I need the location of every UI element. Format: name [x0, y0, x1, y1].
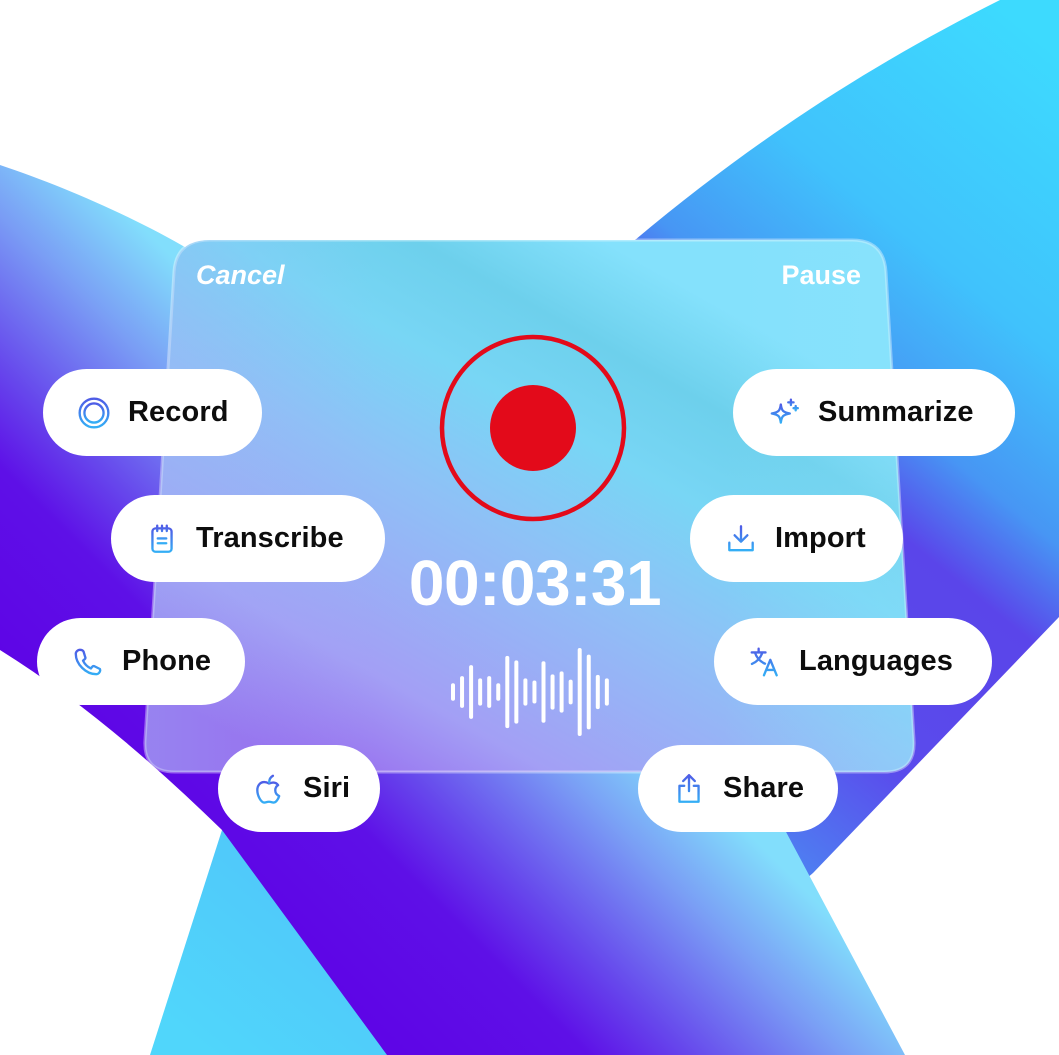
share-icon	[672, 772, 706, 806]
download-icon	[724, 522, 758, 556]
phone-action-button[interactable]: Phone	[37, 618, 245, 705]
summarize-action-label: Summarize	[818, 396, 974, 428]
languages-action-label: Languages	[799, 645, 953, 677]
import-action-label: Import	[775, 522, 866, 554]
phone-icon	[71, 645, 105, 679]
share-action-button[interactable]: Share	[638, 745, 838, 832]
apple-icon	[252, 772, 286, 806]
notepad-icon	[145, 522, 179, 556]
pause-button[interactable]: Pause	[740, 262, 861, 289]
sparkles-icon	[767, 396, 801, 430]
summarize-action-button[interactable]: Summarize	[733, 369, 1015, 456]
siri-action-label: Siri	[303, 772, 351, 804]
import-action-button[interactable]: Import	[690, 495, 903, 582]
siri-action-button[interactable]: Siri	[218, 745, 380, 832]
record-stop-button[interactable]	[433, 328, 633, 528]
translate-icon	[748, 645, 782, 679]
record-action-button[interactable]: Record	[43, 369, 262, 456]
share-action-label: Share	[723, 772, 805, 804]
elapsed-timer: 00:03:31	[408, 547, 662, 619]
transcribe-action-button[interactable]: Transcribe	[111, 495, 385, 582]
record-action-label: Record	[128, 396, 229, 428]
record-icon	[77, 396, 111, 430]
phone-action-label: Phone	[122, 645, 212, 677]
waveform-graphic	[451, 648, 609, 736]
record-dot	[490, 385, 576, 471]
languages-action-button[interactable]: Languages	[714, 618, 992, 705]
transcribe-action-label: Transcribe	[196, 522, 344, 554]
audio-waveform	[440, 640, 620, 744]
cancel-button[interactable]: Cancel	[196, 262, 285, 289]
record-indicator-icon	[439, 334, 627, 522]
